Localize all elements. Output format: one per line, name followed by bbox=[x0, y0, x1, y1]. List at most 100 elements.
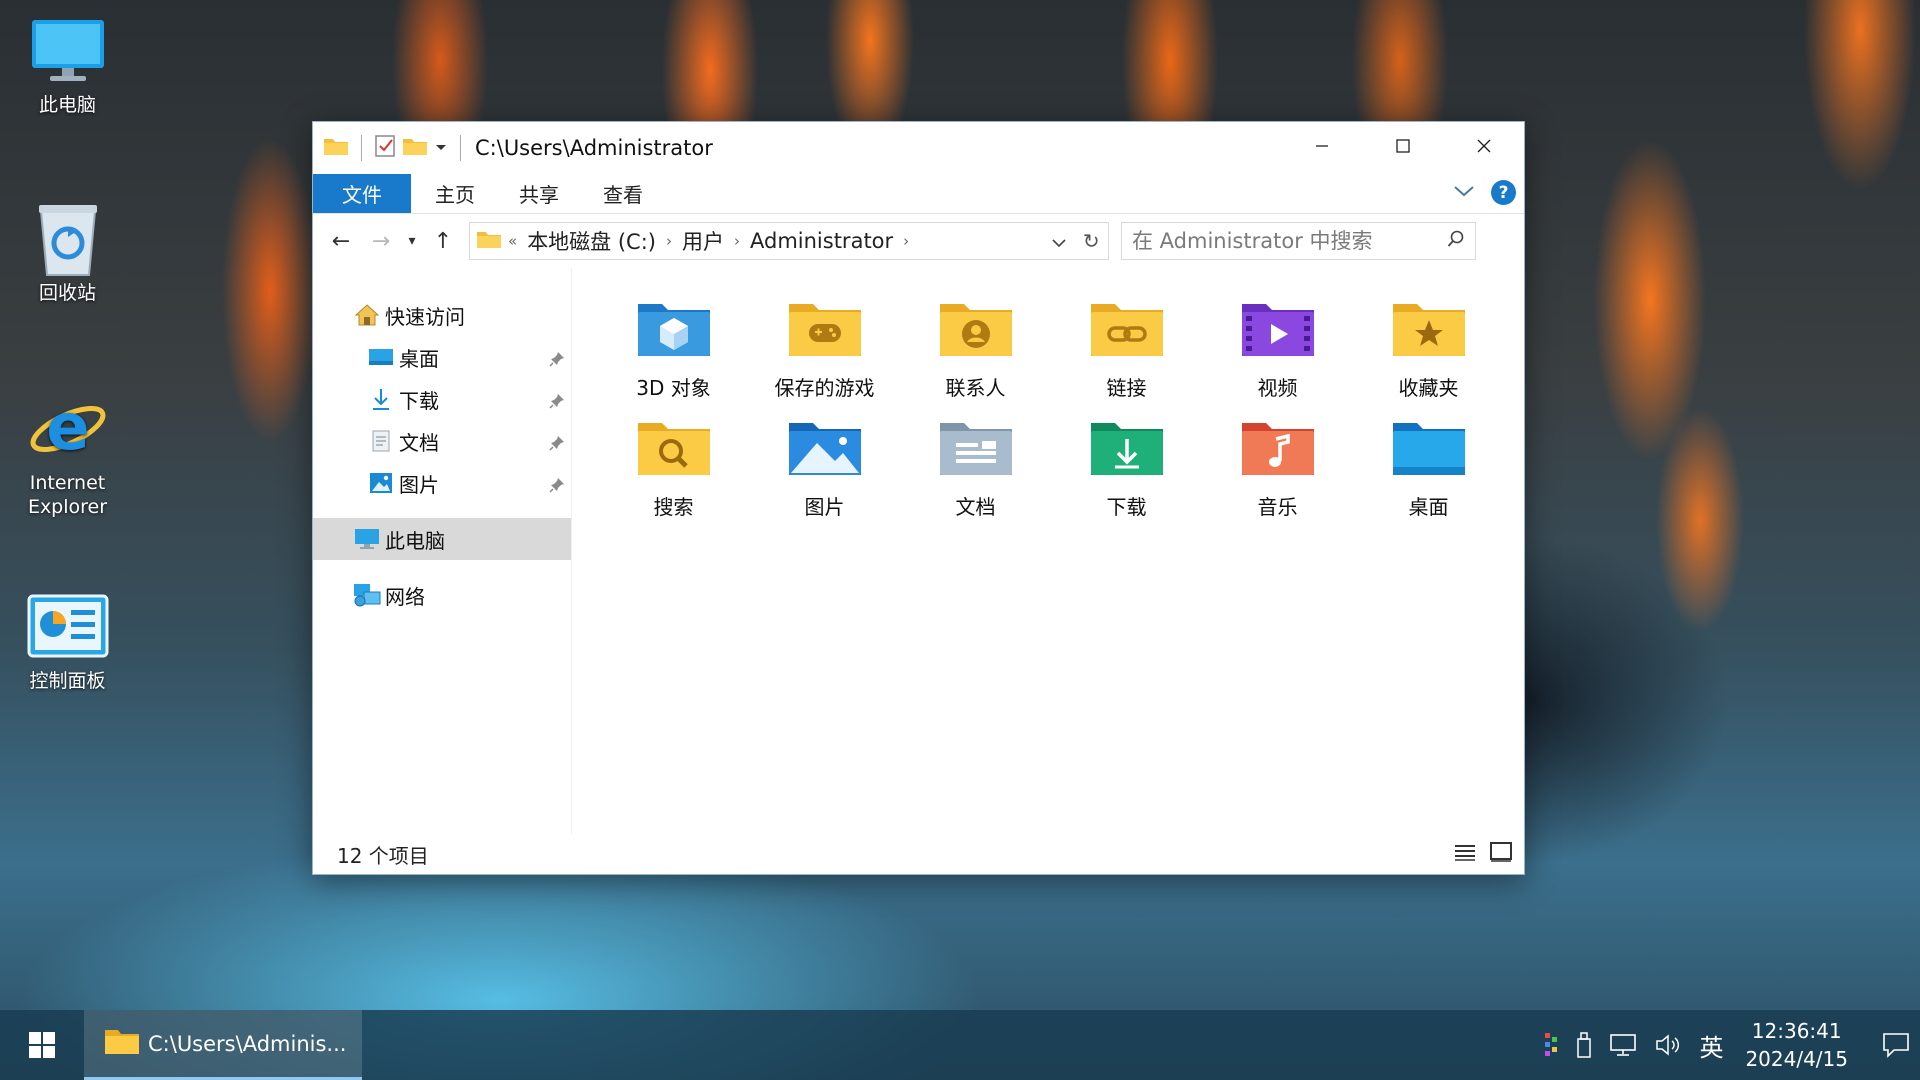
list-item-music[interactable]: 音乐 bbox=[1202, 411, 1353, 520]
close-button[interactable] bbox=[1443, 122, 1524, 170]
usb-device-icon[interactable] bbox=[1575, 1031, 1593, 1059]
list-item-favorites[interactable]: 收藏夹 bbox=[1353, 292, 1504, 401]
sidebar-item-documents[interactable]: 文档 bbox=[313, 420, 571, 462]
breadcrumb-item[interactable]: 用户 bbox=[682, 226, 724, 256]
recent-locations-chevron-icon[interactable]: ▾ bbox=[401, 224, 423, 258]
up-button[interactable]: ↑ bbox=[423, 224, 463, 258]
sidebar-item-label: 下载 bbox=[399, 388, 439, 413]
desktop-icon bbox=[367, 343, 395, 371]
tab-share[interactable]: 共享 bbox=[497, 174, 581, 213]
download-icon bbox=[367, 385, 395, 413]
taskbar-app-file-explorer[interactable]: C:\Users\Adminis... bbox=[84, 1010, 362, 1080]
list-item-3d-objects[interactable]: 3D 对象 bbox=[598, 292, 749, 401]
home-icon bbox=[353, 301, 381, 329]
list-item-links[interactable]: 链接 bbox=[1051, 292, 1202, 401]
videos-folder-icon bbox=[1238, 292, 1318, 364]
3d-objects-folder-icon bbox=[634, 292, 714, 364]
details-view-icon[interactable] bbox=[1454, 842, 1476, 867]
windows-logo-icon bbox=[29, 1032, 55, 1058]
sidebar-item-downloads[interactable]: 下载 bbox=[313, 378, 571, 420]
new-folder-icon[interactable] bbox=[402, 136, 428, 160]
clock-date: 2024/4/15 bbox=[1745, 1047, 1848, 1071]
picture-icon bbox=[367, 469, 395, 497]
breadcrumb-item[interactable]: Administrator bbox=[750, 229, 893, 253]
desktop-icon-this-pc[interactable]: 此电脑 bbox=[10, 12, 125, 118]
breadcrumb-overflow[interactable]: « bbox=[508, 232, 517, 250]
list-item-videos[interactable]: 视频 bbox=[1202, 292, 1353, 401]
favorites-folder-icon bbox=[1389, 292, 1469, 364]
view-switcher bbox=[1454, 842, 1512, 867]
search-input[interactable] bbox=[1132, 229, 1422, 253]
item-label: 视频 bbox=[1257, 376, 1298, 400]
links-folder-icon bbox=[1087, 292, 1167, 364]
network-status-icon[interactable] bbox=[1609, 1033, 1639, 1057]
start-button[interactable] bbox=[0, 1010, 84, 1080]
monitor-icon bbox=[353, 525, 381, 553]
color-app-icon[interactable] bbox=[1545, 1033, 1559, 1057]
breadcrumb-separator-icon[interactable]: › bbox=[903, 232, 909, 250]
sidebar-item-label: 文档 bbox=[399, 430, 439, 455]
sidebar-item-this-pc[interactable]: 此电脑 bbox=[313, 518, 571, 560]
minimize-button[interactable] bbox=[1281, 122, 1362, 170]
help-button[interactable]: ? bbox=[1491, 180, 1516, 205]
breadcrumb-item[interactable]: 本地磁盘 (C:) bbox=[527, 226, 656, 256]
list-item-searches[interactable]: 搜索 bbox=[598, 411, 749, 520]
forward-button[interactable]: → bbox=[361, 224, 401, 258]
expand-ribbon-chevron-icon[interactable] bbox=[1453, 183, 1475, 202]
pin-icon[interactable] bbox=[549, 474, 565, 498]
desktop-icon-recycle-bin[interactable]: 回收站 bbox=[10, 200, 125, 306]
taskbar-app-label: C:\Users\Adminis... bbox=[148, 1031, 347, 1056]
pin-icon[interactable] bbox=[549, 390, 565, 414]
searches-folder-icon bbox=[634, 411, 714, 483]
sidebar-item-quick-access[interactable]: 快速访问 bbox=[313, 294, 571, 336]
notification-center-icon[interactable] bbox=[1872, 1032, 1920, 1058]
list-item-pictures[interactable]: 图片 bbox=[749, 411, 900, 520]
breadcrumb-separator-icon[interactable]: › bbox=[734, 232, 740, 250]
maximize-button[interactable] bbox=[1362, 122, 1443, 170]
properties-icon[interactable] bbox=[374, 134, 396, 162]
list-item-documents[interactable]: 文档 bbox=[900, 411, 1051, 520]
item-label: 联系人 bbox=[945, 376, 1006, 400]
sidebar-item-desktop[interactable]: 桌面 bbox=[313, 336, 571, 378]
list-item-desktop[interactable]: 桌面 bbox=[1353, 411, 1504, 520]
network-icon bbox=[353, 581, 381, 609]
refresh-icon[interactable]: ↻ bbox=[1083, 229, 1100, 253]
ribbon-tabs: 文件 主页 共享 查看 ? bbox=[313, 174, 1524, 214]
sidebar-item-network[interactable]: 网络 bbox=[313, 574, 571, 616]
item-label: 3D 对象 bbox=[636, 376, 711, 400]
sidebar-item-pictures[interactable]: 图片 bbox=[313, 462, 571, 504]
file-explorer-window: C:\Users\Administrator 文件 主页 共享 查看 ? ← →… bbox=[312, 121, 1525, 875]
tab-file[interactable]: 文件 bbox=[313, 174, 411, 213]
address-dropdown-chevron-icon[interactable] bbox=[1052, 229, 1066, 253]
item-label: 文档 bbox=[955, 495, 996, 519]
list-item-saved-games[interactable]: 保存的游戏 bbox=[749, 292, 900, 401]
internet-explorer-icon: e bbox=[27, 390, 109, 468]
large-icons-view-icon[interactable] bbox=[1490, 842, 1512, 867]
tab-home[interactable]: 主页 bbox=[413, 174, 497, 213]
documents-folder-icon bbox=[936, 411, 1016, 483]
folder-icon bbox=[104, 1027, 140, 1060]
back-button[interactable]: ← bbox=[321, 224, 361, 258]
list-item-contacts[interactable]: 联系人 bbox=[900, 292, 1051, 401]
pin-icon[interactable] bbox=[549, 348, 565, 372]
monitor-icon bbox=[27, 12, 109, 90]
downloads-folder-icon bbox=[1087, 411, 1167, 483]
contacts-folder-icon bbox=[936, 292, 1016, 364]
toolbar-separator bbox=[460, 135, 461, 161]
window-controls bbox=[1281, 122, 1524, 170]
tab-view[interactable]: 查看 bbox=[581, 174, 665, 213]
system-clock[interactable]: 12:36:41 2024/4/15 bbox=[1745, 1017, 1848, 1073]
sidebar-item-label: 桌面 bbox=[399, 346, 439, 371]
desktop-icon-control-panel[interactable]: 控制面板 bbox=[10, 588, 125, 694]
input-method-indicator[interactable]: 英 bbox=[1699, 1028, 1723, 1063]
search-icon[interactable] bbox=[1447, 229, 1465, 253]
address-bar[interactable]: « 本地磁盘 (C:) › 用户 › Administrator › ↻ bbox=[469, 222, 1109, 260]
folder-grid: 3D 对象 保存的游戏 联系人 链接 视频 收藏夹 搜索 图片 文档 下载 音乐… bbox=[598, 292, 1504, 520]
desktop-icon-internet-explorer[interactable]: e Internet Explorer bbox=[10, 390, 125, 520]
pin-icon[interactable] bbox=[549, 432, 565, 456]
breadcrumb-separator-icon[interactable]: › bbox=[666, 232, 672, 250]
music-folder-icon bbox=[1238, 411, 1318, 483]
list-item-downloads[interactable]: 下载 bbox=[1051, 411, 1202, 520]
customize-toolbar-chevron-icon[interactable] bbox=[434, 139, 448, 158]
volume-icon[interactable] bbox=[1655, 1033, 1683, 1057]
